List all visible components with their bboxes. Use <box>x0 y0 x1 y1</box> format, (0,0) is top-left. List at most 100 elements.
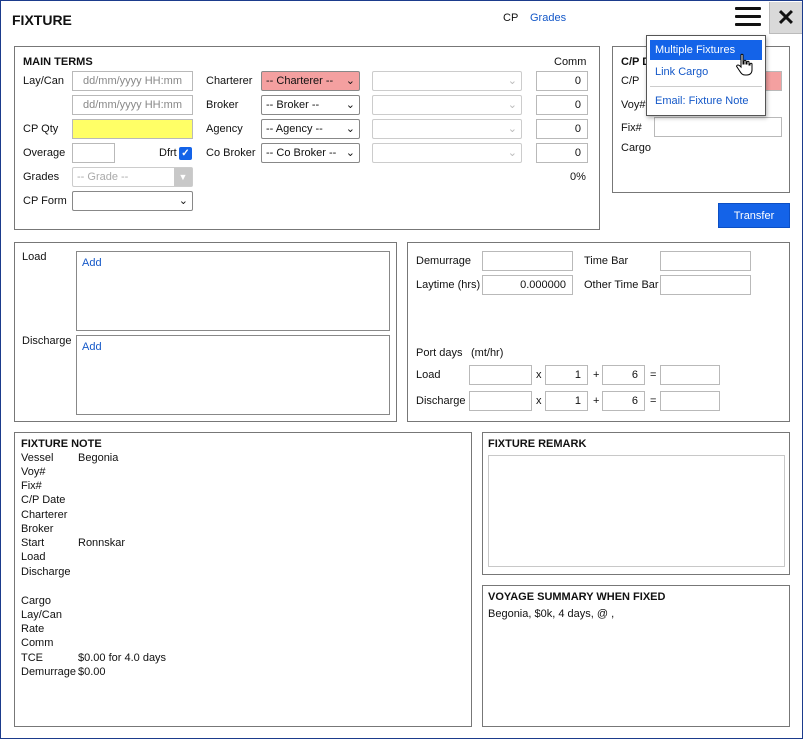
voyage-summary-text: Begonia, $0k, 4 days, @ , <box>488 608 615 620</box>
fixture-remark-title: FIXTURE REMARK <box>488 438 587 450</box>
chevron-down-icon: ⌄ <box>507 98 517 111</box>
overage-input[interactable] <box>72 143 115 163</box>
charterer-contact-select[interactable]: ⌄ <box>372 71 522 91</box>
cpqty-input[interactable] <box>72 119 193 139</box>
close-icon: ✕ <box>776 4 796 30</box>
fixture-note-value: Begonia <box>78 452 119 464</box>
discharge-result-input[interactable] <box>660 391 720 411</box>
laytime-label: Laytime (hrs) <box>416 279 481 291</box>
fixture-note-title: FIXTURE NOTE <box>21 438 102 450</box>
check-icon: ✓ <box>181 148 190 159</box>
load-ports-box <box>76 251 390 331</box>
laytime-input[interactable]: 0.000000 <box>482 275 573 295</box>
fixture-note-label: Discharge <box>21 566 71 578</box>
page-title: FIXTURE <box>12 12 72 28</box>
portdays-label: Port days <box>416 347 463 359</box>
equals-symbol: = <box>650 395 657 407</box>
fixture-note-label: Charterer <box>21 509 68 521</box>
broker-comm-input[interactable]: 0 <box>536 95 588 115</box>
cp-label: CP <box>503 12 519 24</box>
discharge-rate-input[interactable] <box>469 391 532 411</box>
fixture-note-label: Fix# <box>21 480 42 492</box>
main-terms-title: MAIN TERMS <box>23 56 93 68</box>
fixture-remark-textarea[interactable] <box>488 455 785 567</box>
dfrt-checkbox[interactable]: ✓ <box>179 147 192 160</box>
load-rate-input[interactable] <box>469 365 532 385</box>
fixture-note-label: Start <box>21 537 45 549</box>
voy-label: Voy# <box>621 99 646 111</box>
load-add-input[interactable]: 6 <box>602 365 645 385</box>
portdays-unit: (mt/hr) <box>471 347 504 359</box>
cobroker-comm-input[interactable]: 0 <box>536 143 588 163</box>
broker-select[interactable]: -- Broker -- ⌄ <box>261 95 360 115</box>
chevron-down-icon: ⌄ <box>345 74 355 87</box>
fixture-note-label: Rate <box>21 623 45 635</box>
chevron-down-icon: ⌄ <box>507 122 517 135</box>
discharge-mult-input[interactable]: 1 <box>545 391 588 411</box>
add-discharge-port-link[interactable]: Add <box>82 341 102 353</box>
agency-select[interactable]: -- Agency -- ⌄ <box>261 119 360 139</box>
plus-symbol: + <box>593 395 600 407</box>
add-load-port-link[interactable]: Add <box>82 257 102 269</box>
menu-item-email-fixture-note[interactable]: Email: Fixture Note <box>650 91 762 111</box>
other-timebar-label: Other Time Bar <box>584 279 659 291</box>
laycan-label: Lay/Can <box>23 75 64 87</box>
plus-symbol: + <box>593 369 600 381</box>
demurrage-label: Demurrage <box>416 255 472 267</box>
load-result-input[interactable] <box>660 365 720 385</box>
hand-cursor-icon <box>736 53 753 76</box>
fixture-window: FIXTURE CP Grades ✕ MAIN TERMS Comm Lay/… <box>0 0 803 739</box>
cobroker-contact-select[interactable]: ⌄ <box>372 143 522 163</box>
voyage-summary-title: VOYAGE SUMMARY WHEN FIXED <box>488 591 666 603</box>
fixture-note-label: TCE <box>21 652 43 664</box>
cobroker-select[interactable]: -- Co Broker -- ⌄ <box>261 143 360 163</box>
timebar-input[interactable] <box>660 251 751 271</box>
grades-link[interactable]: Grades <box>530 12 566 24</box>
equals-symbol: = <box>650 369 657 381</box>
multiply-symbol: x <box>536 395 542 407</box>
charterer-label: Charterer <box>206 75 253 87</box>
chevron-down-icon: ⌄ <box>345 98 355 111</box>
agency-contact-select[interactable]: ⌄ <box>372 119 522 139</box>
cpform-select[interactable]: ⌄ <box>72 191 193 211</box>
fixture-note-label: Lay/Can <box>21 609 62 621</box>
comm-header: Comm <box>554 56 587 68</box>
dropdown-arrow-icon: ▼ <box>174 168 192 186</box>
charterer-select[interactable]: -- Charterer -- ⌄ <box>261 71 360 91</box>
discharge-add-input[interactable]: 6 <box>602 391 645 411</box>
charterer-comm-input[interactable]: 0 <box>536 71 588 91</box>
fixture-note-label: C/P Date <box>21 494 66 506</box>
fix-label: Fix# <box>621 122 642 134</box>
hamburger-menu-icon[interactable] <box>735 7 761 29</box>
fixture-note-panel <box>14 432 472 727</box>
other-timebar-input[interactable] <box>660 275 751 295</box>
fixture-note-label: Vessel <box>21 452 54 464</box>
chevron-down-icon: ⌄ <box>345 146 355 159</box>
grades-label: Grades <box>23 171 60 183</box>
portdays-discharge-label: Discharge <box>416 395 466 407</box>
fixture-note-label: Cargo <box>21 595 51 607</box>
transfer-button[interactable]: Transfer <box>718 203 790 228</box>
grades-select[interactable]: -- Grade -- ▼ <box>72 167 193 187</box>
laycan-from-input[interactable]: dd/mm/yyyy HH:mm <box>72 71 193 91</box>
chevron-down-icon: ⌄ <box>507 146 517 159</box>
cpqty-label: CP Qty <box>23 123 59 135</box>
chevron-down-icon: ⌄ <box>178 194 188 207</box>
discharge-ports-box <box>76 335 390 415</box>
fixture-note-value: $0.00 for 4.0 days <box>78 652 167 664</box>
dfrt-label: Dfrt <box>159 147 177 159</box>
fixture-note-label: Demurrage <box>21 666 77 678</box>
cargo-label: Cargo <box>621 142 651 154</box>
broker-contact-select[interactable]: ⌄ <box>372 95 522 115</box>
timebar-label: Time Bar <box>584 255 629 267</box>
portdays-load-label: Load <box>416 369 441 381</box>
demurrage-input[interactable] <box>482 251 573 271</box>
close-button[interactable]: ✕ <box>769 2 802 34</box>
fix-input[interactable] <box>654 117 782 137</box>
load-mult-input[interactable]: 1 <box>545 365 588 385</box>
fixture-note-label: Comm <box>21 637 54 649</box>
comm-total: 0% <box>570 171 586 183</box>
agency-comm-input[interactable]: 0 <box>536 119 588 139</box>
fixture-note-label: Broker <box>21 523 54 535</box>
laycan-to-input[interactable]: dd/mm/yyyy HH:mm <box>72 95 193 115</box>
